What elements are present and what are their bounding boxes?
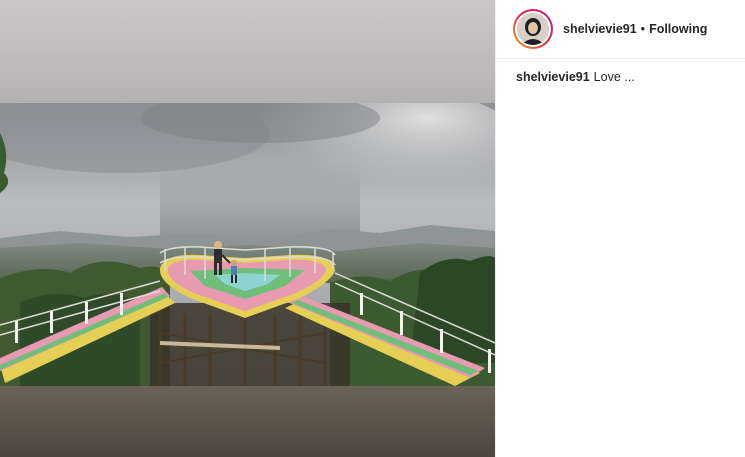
caption-username-link[interactable]: shelvievie91: [516, 70, 590, 84]
header-separator: •: [640, 22, 646, 36]
post-header: shelvievie91 • Following: [496, 0, 745, 59]
post-caption: shelvievie91 Love ...: [516, 70, 635, 84]
username-link[interactable]: shelvievie91: [563, 22, 637, 36]
media-letterbox-top: [0, 0, 495, 103]
header-text: shelvievie91 • Following: [563, 22, 707, 36]
profile-avatar-icon: [517, 13, 549, 45]
caption-text: Love ...: [593, 70, 635, 84]
following-button[interactable]: Following: [649, 22, 707, 36]
post-photo[interactable]: [0, 103, 495, 386]
avatar[interactable]: [513, 9, 553, 49]
media-letterbox-bottom: [0, 386, 495, 457]
post-sidebar: shelvievie91 • Following shelvievie91 Lov…: [495, 0, 745, 457]
post-media[interactable]: [0, 0, 495, 457]
